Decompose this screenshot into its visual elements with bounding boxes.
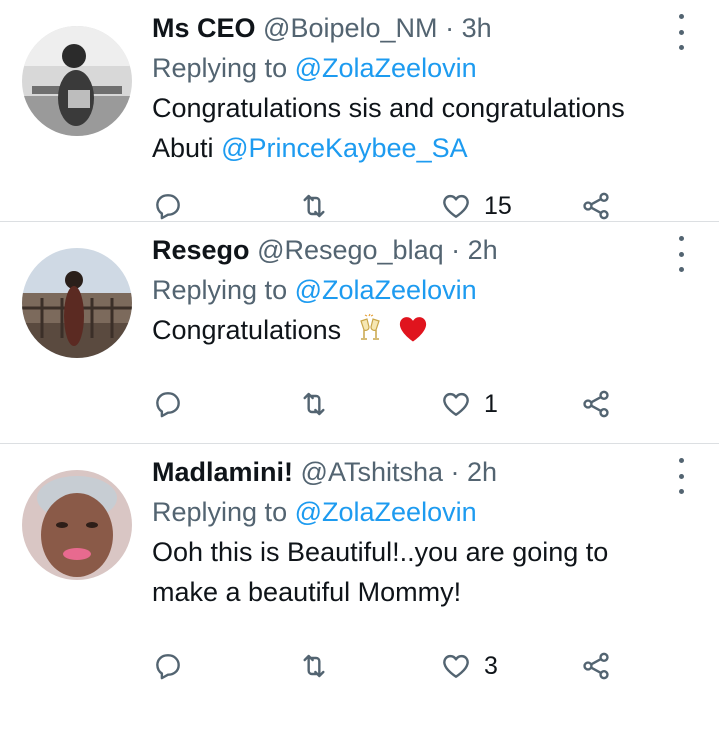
tweet-body: Resego @Resego_blaq · 2h Replying to @Zo… (152, 232, 679, 354)
display-name[interactable]: Madlamini! (152, 457, 293, 487)
reply-button[interactable] (152, 650, 184, 682)
avatar[interactable] (22, 248, 132, 358)
reply-feed: Ms CEO @Boipelo_NM · 3h Replying to @Zol… (0, 0, 719, 714)
tweet-actions: 3 (152, 650, 622, 690)
share-button[interactable] (580, 388, 612, 420)
tweet-header: Resego @Resego_blaq · 2h (152, 232, 679, 268)
tweet-text: Ooh this is Beautiful!..you are going to… (152, 532, 679, 612)
share-icon (583, 652, 609, 680)
replying-to: Replying to @ZolaZeelovin (152, 272, 679, 308)
like-count: 1 (484, 389, 498, 418)
like-icon (443, 654, 469, 678)
tweet-text: Congratulations (152, 310, 679, 354)
replying-to: Replying to @ZolaZeelovin (152, 494, 679, 530)
replying-to-label: Replying to (152, 53, 288, 83)
tweet-actions: 1 (152, 388, 622, 428)
tweet-body: Madlamini! @ATshitsha · 2h Replying to @… (152, 454, 679, 612)
handle[interactable]: @ATshitsha (301, 457, 443, 487)
replying-to: Replying to @ZolaZeelovin (152, 50, 679, 86)
share-button[interactable] (580, 190, 612, 222)
like-button[interactable]: 3 (440, 650, 498, 682)
share-button[interactable] (580, 650, 612, 682)
avatar[interactable] (22, 26, 132, 136)
handle[interactable]: @Boipelo_NM (263, 13, 438, 43)
avatar[interactable] (22, 470, 132, 580)
separator: · (450, 457, 460, 487)
reply-tweet[interactable]: Madlamini! @ATshitsha · 2h Replying to @… (0, 444, 719, 714)
like-icon (443, 392, 469, 416)
tweet-text: Congratulations sis and congratulations … (152, 88, 679, 168)
more-icon[interactable] (673, 458, 689, 494)
retweet-button[interactable] (298, 388, 330, 420)
tweet-body: Ms CEO @Boipelo_NM · 3h Replying to @Zol… (152, 10, 679, 168)
separator: · (451, 235, 461, 265)
reply-button[interactable] (152, 190, 184, 222)
tweet-text-content: Congratulations (152, 315, 342, 345)
reply-icon (156, 194, 180, 220)
separator: · (445, 13, 455, 43)
tweet-text-content: Ooh this is Beautiful!..you are going to… (152, 537, 609, 607)
like-button[interactable]: 1 (440, 388, 498, 420)
display-name[interactable]: Resego (152, 235, 250, 265)
replying-to-label: Replying to (152, 497, 288, 527)
clinking-glasses-emoji (355, 313, 385, 354)
retweet-icon (303, 392, 325, 416)
reply-icon (156, 392, 180, 418)
reply-icon (156, 654, 180, 680)
timestamp[interactable]: 2h (467, 457, 497, 487)
tweet-header: Madlamini! @ATshitsha · 2h (152, 454, 679, 490)
share-icon (583, 192, 609, 220)
like-count: 3 (484, 651, 498, 680)
retweet-icon (303, 194, 325, 218)
replying-to-mention[interactable]: @ZolaZeelovin (295, 275, 477, 305)
handle[interactable]: @Resego_blaq (257, 235, 444, 265)
retweet-button[interactable] (298, 650, 330, 682)
like-count: 15 (484, 191, 512, 220)
replying-to-mention[interactable]: @ZolaZeelovin (295, 53, 477, 83)
timestamp[interactable]: 3h (462, 13, 492, 43)
reply-button[interactable] (152, 388, 184, 420)
share-icon (583, 390, 609, 418)
replying-to-mention[interactable]: @ZolaZeelovin (295, 497, 477, 527)
tweet-header: Ms CEO @Boipelo_NM · 3h (152, 10, 679, 46)
retweet-icon (303, 654, 325, 678)
text-mention[interactable]: @PrinceKaybee_SA (221, 133, 468, 163)
more-icon[interactable] (673, 14, 689, 50)
red-heart-emoji (398, 314, 428, 354)
display-name[interactable]: Ms CEO (152, 13, 256, 43)
retweet-button[interactable] (298, 190, 330, 222)
like-button[interactable]: 15 (440, 190, 512, 222)
timestamp[interactable]: 2h (468, 235, 498, 265)
replying-to-label: Replying to (152, 275, 288, 305)
reply-tweet[interactable]: Resego @Resego_blaq · 2h Replying to @Zo… (0, 222, 719, 444)
more-icon[interactable] (673, 236, 689, 272)
like-icon (443, 194, 469, 218)
reply-tweet[interactable]: Ms CEO @Boipelo_NM · 3h Replying to @Zol… (0, 0, 719, 222)
